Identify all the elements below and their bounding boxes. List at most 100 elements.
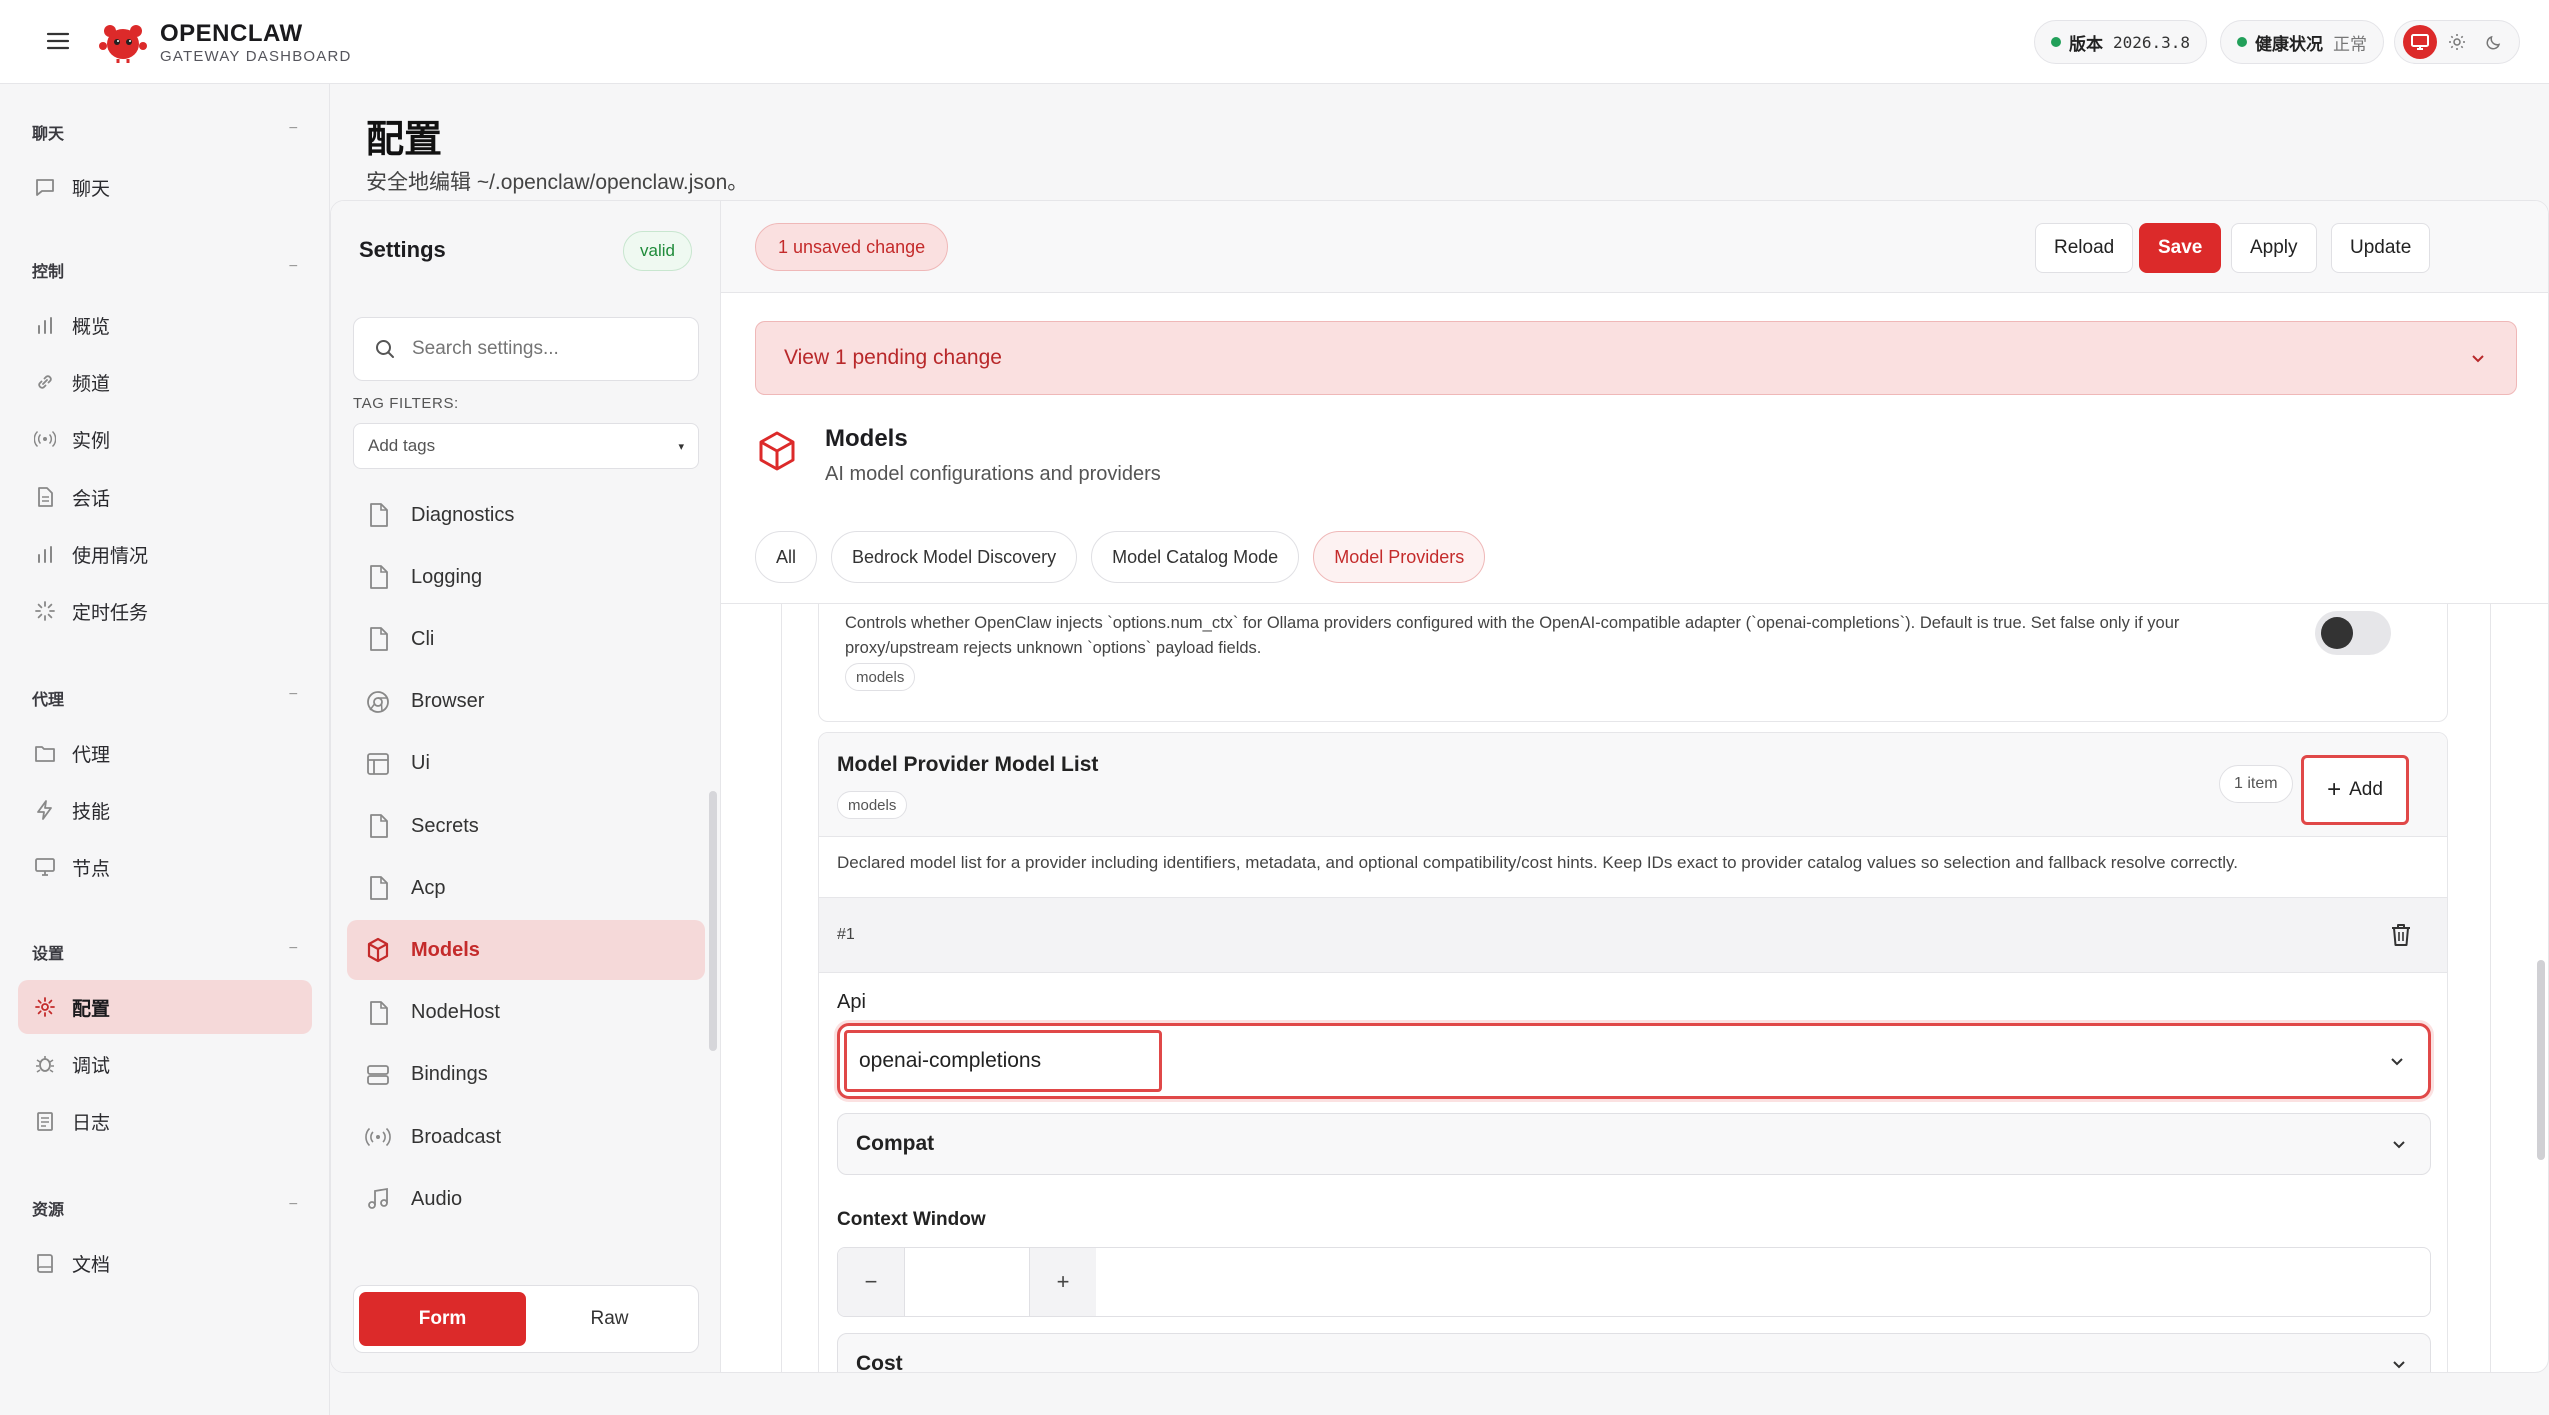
nav-group-label: 资源 (32, 1202, 65, 1219)
sidebar-item-label: 使用情况 (72, 545, 149, 567)
settings-section-label: Audio (411, 1187, 463, 1210)
apply-button[interactable]: Apply (2231, 223, 2317, 273)
config-card: Settings valid TAG FILTERS: Add tags ▾ D… (330, 200, 2549, 1373)
settings-section-label: Diagnostics (411, 503, 515, 526)
save-button[interactable]: Save (2139, 223, 2222, 273)
add-label: Add (2349, 779, 2383, 800)
settings-section-nodehost[interactable]: NodeHost (347, 983, 705, 1043)
inject-num-ctx-toggle[interactable] (2315, 611, 2391, 655)
api-select[interactable]: openai-completions (837, 1023, 2431, 1099)
tab-model-catalog-mode[interactable]: Model Catalog Mode (1091, 531, 1300, 583)
reload-button[interactable]: Reload (2035, 223, 2134, 273)
sidebar-item-agent-1[interactable]: 技能 (18, 783, 312, 837)
broadcast-icon (34, 428, 56, 450)
monitor-icon (2410, 34, 2429, 50)
chrome-icon (365, 689, 391, 715)
raw-mode-button[interactable]: Raw (526, 1292, 693, 1346)
theme-light-button[interactable] (2440, 25, 2474, 59)
sidebar-item-settings-1[interactable]: 调试 (18, 1037, 312, 1091)
sidebar-item-control-3[interactable]: 会话 (18, 470, 312, 524)
context-window-label: Context Window (837, 1209, 986, 1230)
nav-group-agent[interactable]: 代理 − (32, 686, 298, 710)
nav-group-resources[interactable]: 资源 − (32, 1196, 298, 1220)
bar-chart-icon (34, 543, 56, 565)
settings-section-broadcast[interactable]: Broadcast (347, 1107, 705, 1167)
section-scrollbar[interactable] (709, 791, 717, 1051)
settings-section-acp[interactable]: Acp (347, 858, 705, 918)
decrement-button[interactable]: − (838, 1248, 904, 1316)
dropdown-caret-icon: ▾ (678, 440, 684, 453)
file-icon (365, 813, 391, 839)
cube-icon (365, 937, 391, 963)
settings-section-logging[interactable]: Logging (347, 547, 705, 607)
settings-section-cli[interactable]: Cli (347, 609, 705, 669)
version-pill: 版本 2026.3.8 (2034, 20, 2208, 64)
compat-collapsible[interactable]: Compat (837, 1113, 2431, 1175)
sidebar-item-resources-0[interactable]: 文档 (18, 1236, 312, 1290)
sidebar-item-chat-0[interactable]: 聊天 (18, 160, 312, 214)
cost-collapsible[interactable]: Cost (837, 1333, 2431, 1372)
settings-section-diagnostics[interactable]: Diagnostics (347, 485, 705, 545)
collapse-icon[interactable]: − (289, 686, 298, 704)
sidebar-item-control-0[interactable]: 概览 (18, 298, 312, 352)
collapse-icon[interactable]: − (289, 1196, 298, 1214)
settings-section-browser[interactable]: Browser (347, 672, 705, 732)
collapse-icon[interactable]: − (289, 120, 298, 138)
sun-icon (2448, 34, 2465, 50)
theme-dark-button[interactable] (2477, 25, 2511, 59)
plus-icon: + (2327, 776, 2342, 803)
page-subtitle: 安全地编辑 ~/.openclaw/openclaw.json。 (366, 171, 749, 194)
pending-changes-toggle[interactable]: View 1 pending change (755, 321, 2517, 395)
search-input[interactable] (412, 338, 682, 360)
context-window-input[interactable] (904, 1248, 1030, 1316)
theme-system-button[interactable] (2402, 25, 2437, 59)
nav-group-control[interactable]: 控制 − (32, 258, 298, 282)
file-icon (365, 875, 391, 901)
trash-icon[interactable] (2389, 922, 2417, 950)
config-form-content: Controls whether OpenClaw injects `optio… (721, 603, 2548, 1372)
collapse-icon[interactable]: − (289, 940, 298, 958)
sidebar-item-settings-2[interactable]: 日志 (18, 1094, 312, 1148)
increment-button[interactable]: + (1030, 1248, 1096, 1316)
update-button[interactable]: Update (2331, 223, 2431, 273)
settings-panel: Settings valid TAG FILTERS: Add tags ▾ D… (331, 201, 721, 1372)
tag-filter-select[interactable]: Add tags ▾ (353, 423, 699, 469)
sidebar-item-agent-2[interactable]: 节点 (18, 840, 312, 894)
sidebar-item-label: 节点 (72, 858, 111, 880)
nav-group-settings[interactable]: 设置 − (32, 940, 298, 964)
settings-section-bindings[interactable]: Bindings (347, 1045, 705, 1105)
sidebar-item-settings-0[interactable]: 配置 (18, 980, 312, 1034)
chevron-down-icon (2393, 1361, 2405, 1369)
tab-all[interactable]: All (755, 531, 818, 583)
tag-chip: models (837, 791, 908, 819)
page-scrollbar[interactable] (2537, 960, 2545, 1160)
loader-icon (34, 600, 56, 622)
settings-section-audio[interactable]: Audio (347, 1169, 705, 1229)
search-box[interactable] (353, 317, 699, 381)
field-description: Controls whether OpenClaw injects `optio… (845, 611, 2285, 691)
version-label: 版本 (2069, 34, 2103, 54)
tag-filters-label: TAG FILTERS: (353, 395, 459, 412)
sidebar-item-agent-0[interactable]: 代理 (18, 726, 312, 780)
sidebar-item-label: 调试 (72, 1055, 111, 1077)
sidebar-item-control-5[interactable]: 定时任务 (18, 584, 312, 638)
gear-icon (34, 996, 56, 1018)
sidebar-item-control-2[interactable]: 实例 (18, 412, 312, 466)
sidebar-item-control-1[interactable]: 频道 (18, 355, 312, 409)
settings-section-ui[interactable]: Ui (347, 734, 705, 794)
settings-section-secrets[interactable]: Secrets (347, 796, 705, 856)
tab-model-providers[interactable]: Model Providers (1313, 531, 1486, 583)
tab-bedrock-model-discovery[interactable]: Bedrock Model Discovery (831, 531, 1078, 583)
menu-icon[interactable] (44, 27, 72, 55)
settings-section-models[interactable]: Models (347, 920, 705, 981)
sidebar-item-control-4[interactable]: 使用情况 (18, 527, 312, 581)
form-mode-button[interactable]: Form (359, 1292, 526, 1346)
music-icon (365, 1186, 391, 1212)
chat-icon (34, 176, 56, 198)
monitor-icon (34, 856, 56, 878)
nav-group-chat[interactable]: 聊天 − (32, 120, 298, 144)
collapse-icon[interactable]: − (289, 258, 298, 276)
chevron-down-icon (2472, 355, 2484, 363)
app-name: OPENCLAW (160, 20, 303, 47)
add-model-button[interactable]: + Add (2301, 755, 2409, 825)
